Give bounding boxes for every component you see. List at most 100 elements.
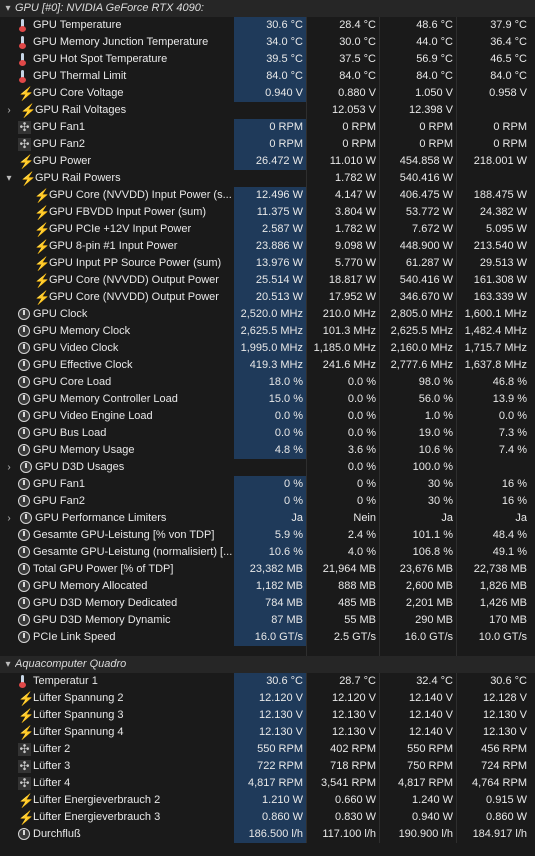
max-value: 12.140 V xyxy=(408,709,453,721)
current-value: 722 RPM xyxy=(234,758,306,775)
min-value: 37.5 °C xyxy=(339,53,376,65)
min-value: 718 RPM xyxy=(330,760,376,772)
sensor-row[interactable]: GPU Memory Usage 4.8 % 3.6 % 10.6 % 7.4 % xyxy=(0,442,535,459)
average-value: 0 RPM xyxy=(493,138,527,150)
sensor-row[interactable]: Temperatur 1 30.6 °C 28.7 °C 32.4 °C 30.6 °C xyxy=(0,673,535,690)
sensor-row[interactable]: Gesamte GPU-Leistung [% von TDP] 5.9 % 2.4… xyxy=(0,527,535,544)
sensor-group-header[interactable]: ▾ GPU [#0]: NVIDIA GeForce RTX 4090: xyxy=(0,0,535,17)
average-value: 184.917 l/h xyxy=(472,828,527,840)
max-value: 44.0 °C xyxy=(416,36,453,48)
sensor-row[interactable]: › ⚡ GPU Rail Voltages 12.053 V 12.398 V xyxy=(0,102,535,119)
sensor-label: Lüfter 3 xyxy=(33,760,71,772)
chevron-down-icon[interactable]: ▾ xyxy=(3,656,13,673)
chevron-right-icon[interactable]: › xyxy=(4,459,14,476)
sensor-row[interactable]: Durchfluß 186.500 l/h 117.100 l/h 190.900 l… xyxy=(0,826,535,843)
min-value: 4.147 W xyxy=(335,189,376,201)
sensor-row[interactable]: ⚡ GPU PCIe +12V Input Power 2.587 W 1.782 W… xyxy=(0,221,535,238)
min-value: 0.0 % xyxy=(347,393,376,405)
sensor-row[interactable]: GPU Fan1 0 % 0 % 30 % 16 % xyxy=(0,476,535,493)
sensor-label: Lüfter 2 xyxy=(33,743,71,755)
sensor-label: GPU D3D Memory Dedicated xyxy=(33,597,178,609)
lightning-bolt-icon: ⚡ xyxy=(18,691,35,706)
sensor-row[interactable]: Gesamte GPU-Leistung (normalisiert) [...… xyxy=(0,544,535,561)
min-value: 3.804 W xyxy=(335,206,376,218)
sensor-row[interactable]: GPU Memory Junction Temperature 34.0 °C 30… xyxy=(0,34,535,51)
sensor-row[interactable]: GPU D3D Memory Dynamic 87 MB 55 MB 290 MB 17… xyxy=(0,612,535,629)
current-value: 11.375 W xyxy=(234,204,306,221)
sensor-row[interactable]: ✣ Lüfter 2 550 RPM 402 RPM 550 RPM 456 RPM xyxy=(0,741,535,758)
thermometer-icon xyxy=(18,70,26,83)
sensor-row[interactable]: GPU Thermal Limit 84.0 °C 84.0 °C 84.0 °C 84… xyxy=(0,68,535,85)
sensor-row[interactable]: ⚡ GPU Core (NVVDD) Output Power 20.513 W 17… xyxy=(0,289,535,306)
sensor-row[interactable]: ⚡ GPU Core (NVVDD) Input Power (s... 12.49… xyxy=(0,187,535,204)
sensor-row[interactable]: GPU D3D Memory Dedicated 784 MB 485 MB 2,20… xyxy=(0,595,535,612)
average-value: 1,426 MB xyxy=(479,597,527,609)
max-value: 2,160.0 MHz xyxy=(390,342,453,354)
sensor-row[interactable]: GPU Core Load 18.0 % 0.0 % 98.0 % 46.8 % xyxy=(0,374,535,391)
sensor-row[interactable]: ⚡ GPU FBVDD Input Power (sum) 11.375 W 3.80… xyxy=(0,204,535,221)
min-value: 0.660 W xyxy=(335,794,376,806)
chevron-down-icon[interactable]: ▾ xyxy=(3,0,13,17)
sensor-row[interactable]: GPU Video Engine Load 0.0 % 0.0 % 1.0 % 0.0 … xyxy=(0,408,535,425)
min-value: 0 RPM xyxy=(342,138,376,150)
current-value: 15.0 % xyxy=(234,391,306,408)
sensor-row[interactable]: ⚡ Lüfter Spannung 4 12.130 V 12.130 V 12.140… xyxy=(0,724,535,741)
sensor-row[interactable]: ⚡ Lüfter Spannung 2 12.120 V 12.120 V 12.140… xyxy=(0,690,535,707)
min-value: 0.0 % xyxy=(347,461,376,473)
max-value: 290 MB xyxy=(415,614,453,626)
sensor-row[interactable]: GPU Bus Load 0.0 % 0.0 % 19.0 % 7.3 % xyxy=(0,425,535,442)
sensor-row[interactable]: GPU Fan2 0 % 0 % 30 % 16 % xyxy=(0,493,535,510)
sensor-label: Lüfter Spannung 3 xyxy=(33,709,124,721)
sensor-label: Gesamte GPU-Leistung (normalisiert) [... xyxy=(33,546,232,558)
max-value: 406.475 W xyxy=(399,189,453,201)
max-value: 2,625.5 MHz xyxy=(390,325,453,337)
chevron-down-icon[interactable]: ▾ xyxy=(4,170,14,187)
chevron-right-icon[interactable]: › xyxy=(4,510,14,527)
max-value: Ja xyxy=(441,512,453,524)
sensor-label: GPU Core Load xyxy=(33,376,112,388)
sensor-row[interactable]: GPU Effective Clock 419.3 MHz 241.6 MHz 2,7… xyxy=(0,357,535,374)
max-value: 2,201 MB xyxy=(405,597,453,609)
current-value: 0.860 W xyxy=(234,809,306,826)
min-value: 1.782 W xyxy=(335,172,376,184)
sensor-row[interactable]: ▾ ⚡ GPU Rail Powers 1.782 W 540.416 W xyxy=(0,170,535,187)
sensor-row[interactable]: ⚡ GPU Core Voltage 0.940 V 0.880 V 1.050 V 0.… xyxy=(0,85,535,102)
current-value: 1,995.0 MHz xyxy=(234,340,306,357)
sensor-row[interactable]: GPU Video Clock 1,995.0 MHz 1,185.0 MHz 2,1… xyxy=(0,340,535,357)
sensor-row[interactable]: GPU Clock 2,520.0 MHz 210.0 MHz 2,805.0 MHz… xyxy=(0,306,535,323)
max-value: 12.140 V xyxy=(408,692,453,704)
chevron-right-icon[interactable]: › xyxy=(4,102,14,119)
clock-icon xyxy=(18,597,30,609)
sensor-row[interactable]: ✣ Lüfter 4 4,817 RPM 3,541 RPM 4,817 RPM 4,76… xyxy=(0,775,535,792)
current-value: 30.6 °C xyxy=(234,673,306,690)
sensor-row[interactable]: ✣ GPU Fan1 0 RPM 0 RPM 0 RPM 0 RPM xyxy=(0,119,535,136)
sensor-row[interactable]: › GPU Performance Limiters Ja Nein Ja Ja xyxy=(0,510,535,527)
max-value: 0 RPM xyxy=(419,138,453,150)
sensor-row[interactable]: ⚡ GPU Core (NVVDD) Output Power 25.514 W 18… xyxy=(0,272,535,289)
sensor-row[interactable]: ✣ GPU Fan2 0 RPM 0 RPM 0 RPM 0 RPM xyxy=(0,136,535,153)
sensor-row[interactable]: ⚡ Lüfter Energieverbrauch 3 0.860 W 0.830 W… xyxy=(0,809,535,826)
sensor-row[interactable]: PCIe Link Speed 16.0 GT/s 2.5 GT/s 16.0 GT/… xyxy=(0,629,535,646)
sensor-row[interactable]: ⚡ GPU Input PP Source Power (sum) 13.976 W… xyxy=(0,255,535,272)
current-value: Ja xyxy=(234,510,306,527)
min-value: 1,185.0 MHz xyxy=(313,342,376,354)
clock-icon xyxy=(18,308,30,320)
sensor-row[interactable]: GPU Memory Controller Load 15.0 % 0.0 % 56.… xyxy=(0,391,535,408)
sensor-row[interactable]: GPU Memory Clock 2,625.5 MHz 101.3 MHz 2,62… xyxy=(0,323,535,340)
sensor-row[interactable]: ⚡ Lüfter Spannung 3 12.130 V 12.130 V 12.140… xyxy=(0,707,535,724)
sensor-row[interactable]: GPU Hot Spot Temperature 39.5 °C 37.5 °C 56… xyxy=(0,51,535,68)
current-value: 30.6 °C xyxy=(234,17,306,34)
sensor-row[interactable]: Total GPU Power [% of TDP] 23,382 MB 21,96… xyxy=(0,561,535,578)
max-value: 2,805.0 MHz xyxy=(390,308,453,320)
max-value: 540.416 W xyxy=(399,172,453,184)
average-value: 12.130 V xyxy=(482,726,527,738)
sensor-row[interactable]: ⚡ GPU Power 26.472 W 11.010 W 454.858 W 218.0… xyxy=(0,153,535,170)
current-value: 0.0 % xyxy=(234,408,306,425)
sensor-row[interactable]: ✣ Lüfter 3 722 RPM 718 RPM 750 RPM 724 RPM xyxy=(0,758,535,775)
sensor-row[interactable]: ⚡ GPU 8-pin #1 Input Power 23.886 W 9.098 W… xyxy=(0,238,535,255)
sensor-row[interactable]: › GPU D3D Usages 0.0 % 100.0 % xyxy=(0,459,535,476)
sensor-group-header[interactable]: ▾ Aquacomputer Quadro xyxy=(0,656,535,673)
sensor-row[interactable]: ⚡ Lüfter Energieverbrauch 2 1.210 W 0.660 W… xyxy=(0,792,535,809)
sensor-row[interactable]: GPU Temperature 30.6 °C 28.4 °C 48.6 °C 37.9… xyxy=(0,17,535,34)
sensor-row[interactable]: GPU Memory Allocated 1,182 MB 888 MB 2,600 … xyxy=(0,578,535,595)
